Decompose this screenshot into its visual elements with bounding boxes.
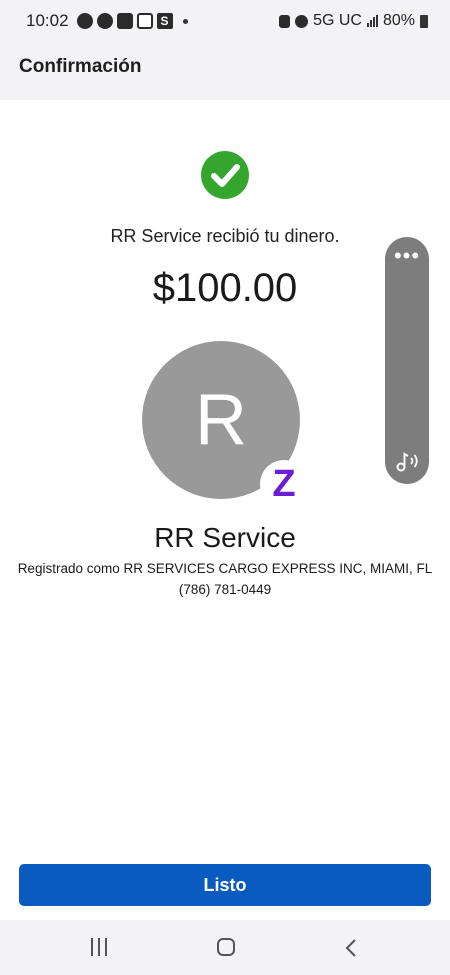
status-left: 10:02 S: [26, 11, 188, 31]
battery-percent: 80%: [382, 12, 415, 29]
audio-icon[interactable]: [392, 449, 422, 473]
confirmation-message: RR Service recibió tu dinero.: [110, 226, 340, 246]
back-icon[interactable]: [343, 938, 361, 958]
signal-icon: [366, 15, 378, 27]
alarm-icon: [295, 14, 309, 28]
nfc-icon: [279, 14, 291, 28]
status-bar: 10:02 S 5G UC 80%: [0, 0, 450, 42]
s-icon: S: [156, 13, 173, 29]
page-title: Confirmación: [19, 56, 142, 77]
more-options-icon[interactable]: •••: [385, 245, 429, 267]
header: Confirmación: [0, 42, 450, 100]
battery-icon: [420, 14, 428, 28]
done-button[interactable]: Listo: [19, 864, 431, 906]
more-notifications-dot: [182, 18, 188, 24]
success-check-icon: [201, 151, 249, 199]
chase-icon: [96, 13, 113, 29]
instagram-icon: [136, 13, 153, 29]
amount: $100.00: [152, 266, 298, 310]
message-icon: [116, 13, 133, 29]
status-right: 5G UC 80%: [279, 12, 428, 30]
floating-side-panel[interactable]: •••: [385, 237, 429, 484]
home-icon[interactable]: [217, 938, 235, 956]
messenger-icon: [76, 13, 93, 29]
recipient-phone: (786) 781-0449: [178, 582, 272, 597]
zelle-logo-icon: Z: [260, 460, 308, 508]
network-label: 5G UC: [313, 12, 362, 29]
recents-icon[interactable]: [91, 938, 109, 956]
registered-as: Registrado como RR SERVICES CARGO EXPRES…: [17, 561, 433, 576]
status-time: 10:02: [26, 11, 69, 30]
recipient-name: RR Service: [154, 522, 296, 553]
